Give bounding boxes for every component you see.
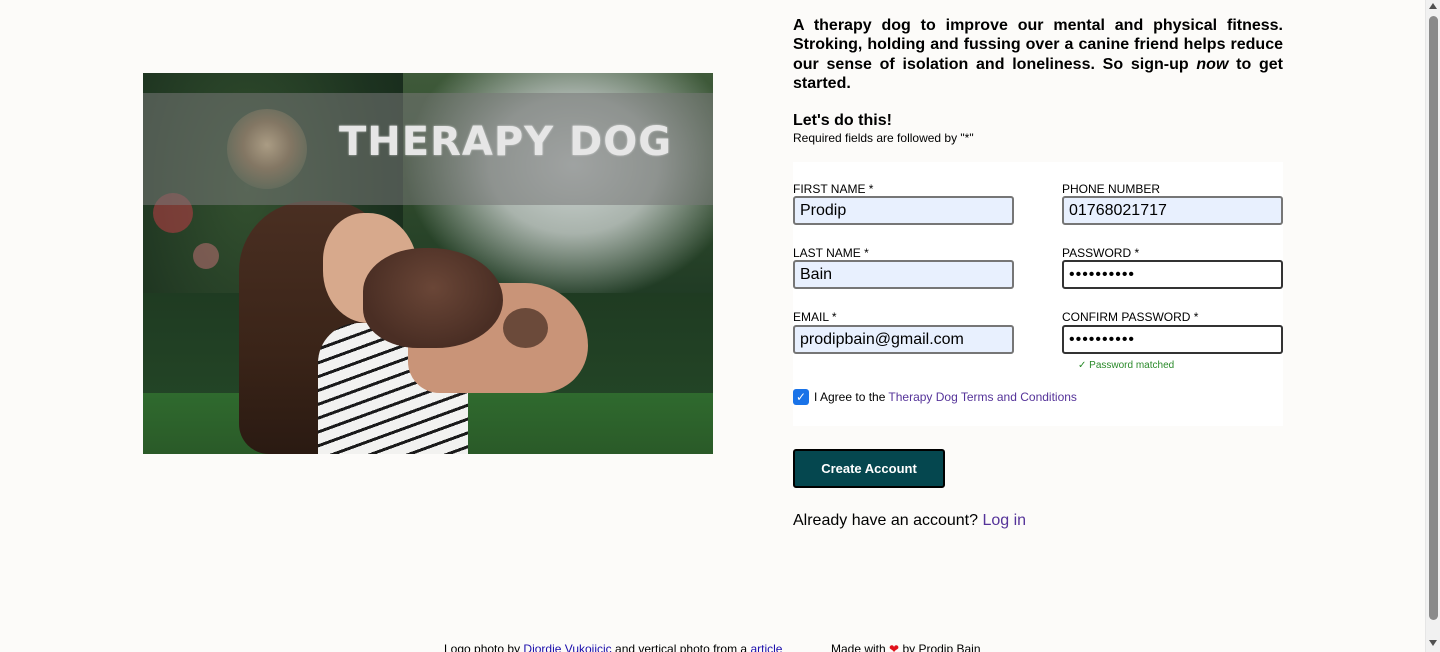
made-with-text: Made with (831, 642, 886, 652)
last-name-label: LAST NAME * (793, 246, 869, 260)
first-name-input[interactable]: Prodip (793, 196, 1014, 225)
login-link[interactable]: Log in (982, 512, 1026, 529)
credit-prefix: Logo photo by (444, 642, 521, 652)
password-match-status: ✓ Password matched (1078, 360, 1175, 371)
terms-checkbox[interactable]: ✓ (793, 389, 809, 405)
signup-form: FIRST NAME * Prodip PHONE NUMBER 0176802… (793, 162, 1283, 426)
logo-text: THERAPY DOG (339, 119, 673, 165)
hero-dog (363, 248, 503, 348)
login-prompt-text: Already have an account? (793, 512, 979, 529)
made-with: Made with ❤ by Prodip Bain (831, 642, 981, 652)
credit-middle: and vertical photo from a (615, 642, 748, 652)
hero-dog-ear (503, 308, 548, 348)
email-input[interactable]: prodipbain@gmail.com (793, 325, 1014, 354)
first-name-label: FIRST NAME * (793, 182, 874, 196)
intro-emphasis: now (1196, 55, 1229, 73)
made-by-text: by Prodip Bain (902, 642, 981, 652)
hero-image: THERAPY DOG (143, 73, 713, 454)
password-input[interactable]: •••••••••• (1062, 260, 1283, 289)
heart-icon: ❤ (889, 642, 900, 652)
scroll-up-arrow-icon[interactable] (1429, 3, 1437, 9)
confirm-password-label: CONFIRM PASSWORD * (1062, 310, 1199, 324)
password-label: PASSWORD * (1062, 246, 1140, 260)
phone-label: PHONE NUMBER (1062, 182, 1161, 196)
terms-link[interactable]: Therapy Dog Terms and Conditions (888, 390, 1077, 404)
create-account-button[interactable]: Create Account (793, 449, 945, 488)
email-label: EMAIL * (793, 310, 837, 324)
login-prompt: Already have an account? Log in (793, 512, 1026, 530)
scroll-thumb[interactable] (1429, 16, 1438, 620)
scroll-down-arrow-icon[interactable] (1429, 640, 1437, 646)
logo-dog-icon (227, 109, 307, 189)
photographer-link[interactable]: Djordje Vukojicic (523, 642, 611, 652)
intro-paragraph: A therapy dog to improve our mental and … (793, 16, 1283, 94)
terms-agreement: ✓ I Agree to the Therapy Dog Terms and C… (793, 389, 1077, 405)
form-heading: Let's do this! (793, 112, 892, 129)
required-note: Required fields are followed by "*" (793, 131, 974, 145)
checkmark-icon: ✓ (795, 390, 807, 404)
photo-credits: Logo photo by Djordje Vukojicic and vert… (444, 642, 782, 652)
signup-page: THERAPY DOG A therapy dog to improve our… (0, 0, 1425, 652)
article-link[interactable]: article (750, 642, 782, 652)
last-name-input[interactable]: Bain (793, 260, 1014, 289)
terms-prefix: I Agree to the (814, 390, 886, 404)
phone-input[interactable]: 01768021717 (1062, 196, 1283, 225)
hero-bokeh (193, 243, 219, 269)
vertical-scrollbar[interactable] (1425, 0, 1440, 652)
confirm-password-input[interactable]: •••••••••• (1062, 325, 1283, 354)
